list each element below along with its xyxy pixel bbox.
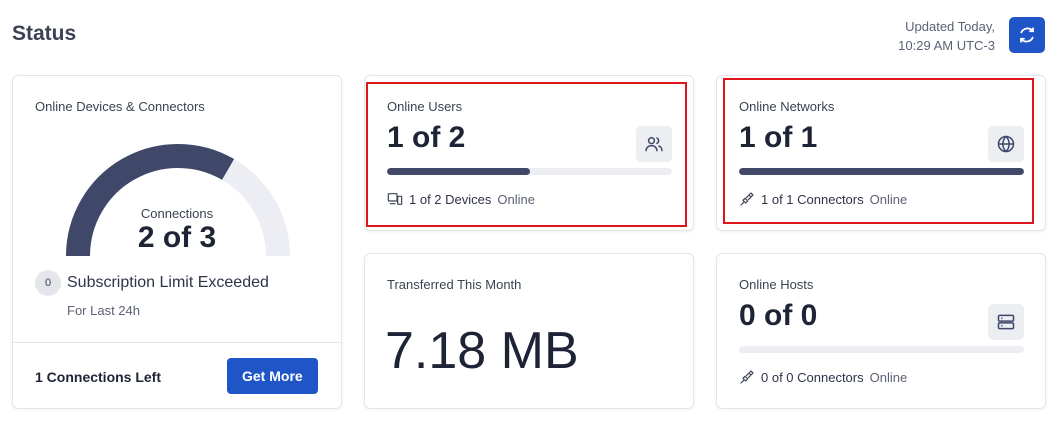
- users-icon: [645, 137, 663, 152]
- online-hosts-progress: [739, 346, 1024, 353]
- card-label: Transferred This Month: [387, 277, 522, 292]
- card-divider: [13, 342, 341, 343]
- online-networks-value: 1 of 1: [739, 121, 818, 154]
- server-icon-box: [988, 304, 1024, 340]
- online-networks-progress: [739, 168, 1024, 175]
- online-hosts-card: Online Hosts 0 of 0 0 of 0 Connectors On…: [716, 253, 1046, 409]
- limit-count-badge: 0: [35, 270, 61, 296]
- online-users-footer: 1 of 2 Devices Online: [387, 191, 535, 207]
- refresh-button[interactable]: [1009, 17, 1045, 53]
- card-label: Online Devices & Connectors: [35, 99, 205, 114]
- progress-fill: [387, 168, 530, 175]
- globe-icon: [997, 135, 1015, 153]
- get-more-button[interactable]: Get More: [227, 358, 318, 394]
- online-hosts-footer: 0 of 0 Connectors Online: [739, 369, 907, 385]
- gauge-label: Connections: [140, 206, 214, 221]
- users-icon-box: [636, 126, 672, 162]
- globe-icon-box: [988, 126, 1024, 162]
- online-users-progress: [387, 168, 672, 175]
- transferred-value: 7.18 MB: [385, 322, 579, 380]
- progress-fill: [739, 168, 1024, 175]
- connectors-count: 1 of 1 Connectors: [761, 191, 864, 207]
- online-networks-footer: 1 of 1 Connectors Online: [739, 191, 907, 207]
- transferred-card: Transferred This Month 7.18 MB: [364, 253, 694, 409]
- online-hosts-value: 0 of 0: [739, 299, 818, 332]
- card-label: Online Users: [387, 99, 463, 114]
- connectors-count: 0 of 0 Connectors: [761, 369, 864, 385]
- online-networks-card: Online Networks 1 of 1 1 of 1 Connectors…: [716, 75, 1046, 231]
- page-title: Status: [12, 22, 77, 45]
- connectors-status: Online: [869, 191, 908, 207]
- subscription-limit-text: Subscription Limit Exceeded: [67, 274, 269, 291]
- devices-count: 1 of 2 Devices: [409, 191, 492, 207]
- devices-icon: [387, 193, 403, 205]
- online-users-card: Online Users 1 of 2 1 of 2 Devices Onlin…: [364, 75, 694, 231]
- updated-line-2: 10:29 AM UTC-3: [898, 38, 995, 53]
- plug-icon: [740, 192, 754, 206]
- connections-left-text: 1 Connections Left: [35, 369, 162, 385]
- gauge-value: 2 of 3: [137, 221, 217, 254]
- devices-connectors-card: Online Devices & Connectors Connections …: [12, 75, 342, 409]
- devices-status: Online: [497, 191, 535, 207]
- updated-timestamp: Updated Today, 10:29 AM UTC-3: [898, 17, 995, 55]
- updated-line-1: Updated Today,: [905, 19, 995, 34]
- plug-icon: [740, 370, 754, 384]
- connectors-status: Online: [869, 369, 908, 385]
- card-label: Online Networks: [739, 99, 835, 114]
- subscription-period-text: For Last 24h: [67, 303, 140, 318]
- online-users-value: 1 of 2: [387, 121, 466, 154]
- server-icon: [997, 314, 1015, 330]
- refresh-icon: [1020, 27, 1034, 43]
- card-label: Online Hosts: [739, 277, 814, 292]
